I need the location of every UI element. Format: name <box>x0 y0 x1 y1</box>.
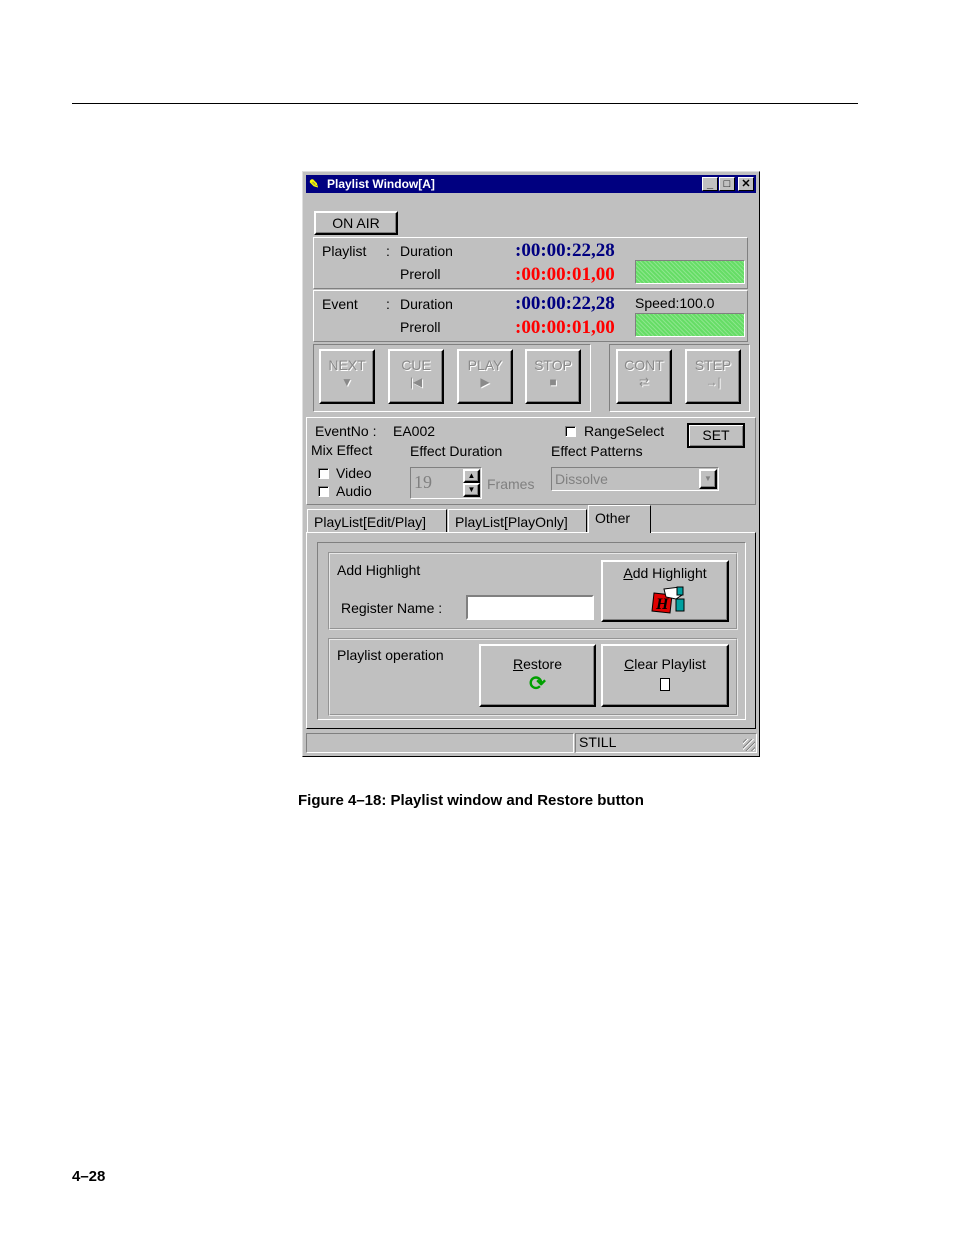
status-mode: STILL <box>575 733 757 753</box>
clear-playlist-button-text: Clear Playlist <box>603 656 727 672</box>
stop-icon: ■ <box>549 375 557 389</box>
playlist-duration-label: Duration <box>400 243 453 259</box>
window-title: Playlist Window[A] <box>327 177 435 191</box>
chevron-down-icon[interactable]: ▼ <box>699 469 717 489</box>
mix-effect-label: Mix Effect <box>311 442 373 458</box>
restore-button[interactable]: Restore ⟳ <box>479 644 596 707</box>
step-button[interactable]: STEP →| <box>685 349 741 404</box>
eventno-label: EventNo : <box>315 423 377 439</box>
event-info-panel: Event : Duration Preroll :00:00:22,28 :0… <box>313 290 748 342</box>
register-name-input[interactable] <box>466 595 594 620</box>
tab-other[interactable]: Other <box>588 505 651 533</box>
cont-button[interactable]: CONT ⇄ <box>616 349 672 404</box>
page-rule <box>72 103 858 104</box>
event-preroll-label: Preroll <box>400 319 441 335</box>
restore-accel: R <box>512 656 524 672</box>
close-button[interactable]: ✕ <box>738 177 754 191</box>
add-highlight-accel: A <box>623 565 633 581</box>
playlist-preroll-value: :00:00:01,00 <box>515 264 615 285</box>
event-duration-value: :00:00:22,28 <box>515 293 615 314</box>
spin-down-button[interactable]: ▼ <box>463 483 480 497</box>
cont-icon: ⇄ <box>638 375 650 389</box>
event-preroll-value: :00:00:01,00 <box>515 317 615 338</box>
tab-playlist-edit-play[interactable]: PlayList[Edit/Play] <box>307 509 447 533</box>
audio-checkbox[interactable] <box>318 486 329 497</box>
next-icon: ▼ <box>341 375 353 389</box>
maximize-button[interactable]: □ <box>719 177 735 191</box>
play-button[interactable]: PLAY ▶ <box>457 349 513 404</box>
highlight-icon: H <box>650 585 685 614</box>
restore-label: estore <box>523 656 563 672</box>
stop-label: STOP <box>534 357 572 373</box>
playlist-sep: : <box>386 243 390 259</box>
next-button[interactable]: NEXT ▼ <box>319 349 375 404</box>
video-checkbox[interactable] <box>318 468 329 479</box>
video-label: Video <box>336 465 372 481</box>
frames-spinbox[interactable]: 19 ▲ ▼ <box>410 467 482 499</box>
frames-value: 19 <box>414 472 432 492</box>
cont-label: CONT <box>624 357 664 373</box>
app-icon: ✎ <box>309 177 320 191</box>
step-label: STEP <box>694 357 732 373</box>
effect-duration-label: Effect Duration <box>410 443 503 459</box>
event-label: Event <box>322 296 358 312</box>
playlist-operation-label: Playlist operation <box>337 647 444 663</box>
play-icon: ▶ <box>480 375 490 389</box>
playlist-level-meter <box>635 260 745 284</box>
frames-label: Frames <box>487 476 535 492</box>
playlist-info-panel: Playlist : Duration Preroll :00:00:22,28… <box>313 237 748 289</box>
next-label: NEXT <box>328 357 366 373</box>
stop-button[interactable]: STOP ■ <box>525 349 581 404</box>
tab-playlist-play-only[interactable]: PlayList[PlayOnly] <box>448 509 587 533</box>
effect-patterns-label: Effect Patterns <box>551 443 643 459</box>
play-label: PLAY <box>467 357 503 373</box>
refresh-icon: ⟳ <box>529 673 546 695</box>
title-bar[interactable]: ✎ Playlist Window[A] _ □ ✕ <box>306 175 756 193</box>
range-select-label: RangeSelect <box>584 423 665 439</box>
speed-readout: Speed:100.0 <box>635 295 715 311</box>
effect-pattern-value: Dissolve <box>555 471 608 487</box>
clear-accel: C <box>624 656 635 672</box>
page-number: 4–28 <box>72 1168 106 1185</box>
register-name-label: Register Name : <box>341 600 443 616</box>
new-document-icon <box>660 678 670 691</box>
playlist-window: ✎ Playlist Window[A] _ □ ✕ ON AIR Playli… <box>302 171 760 757</box>
on-air-button[interactable]: ON AIR <box>314 211 398 235</box>
add-highlight-button-text: Add Highlight <box>603 565 727 581</box>
playlist-label: Playlist <box>322 243 367 259</box>
add-highlight-button[interactable]: Add Highlight H <box>601 560 729 622</box>
event-duration-label: Duration <box>400 296 453 312</box>
resize-grip[interactable] <box>743 739 755 751</box>
playlist-preroll-label: Preroll <box>400 266 441 282</box>
audio-label: Audio <box>336 483 372 499</box>
cue-label: CUE <box>401 357 431 373</box>
set-button[interactable]: SET <box>687 423 745 448</box>
add-highlight-label: dd Highlight <box>632 565 707 581</box>
minimize-button[interactable]: _ <box>702 177 718 191</box>
clear-playlist-button[interactable]: Clear Playlist <box>601 644 729 707</box>
range-select-checkbox[interactable] <box>565 426 576 437</box>
spin-up-button[interactable]: ▲ <box>463 469 480 483</box>
step-icon: →| <box>705 375 721 389</box>
status-left <box>306 733 574 753</box>
eventno-value: EA002 <box>393 423 436 439</box>
figure-caption: Figure 4–18: Playlist window and Restore… <box>298 792 644 809</box>
event-sep: : <box>386 296 390 312</box>
restore-button-text: Restore <box>481 656 594 672</box>
svg-text:H: H <box>655 596 669 613</box>
cue-button[interactable]: CUE |◀ <box>388 349 444 404</box>
clear-playlist-label: lear Playlist <box>634 656 706 672</box>
effect-pattern-select[interactable]: Dissolve ▼ <box>551 467 719 491</box>
cue-icon: |◀ <box>409 375 423 389</box>
add-highlight-group-label: Add Highlight <box>337 562 421 578</box>
playlist-duration-value: :00:00:22,28 <box>515 240 615 261</box>
event-level-meter <box>635 313 745 337</box>
